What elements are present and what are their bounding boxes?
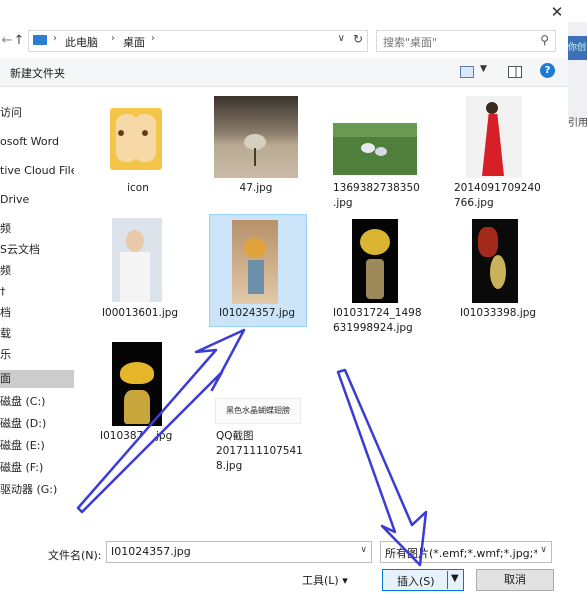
file-name: QQ截图 bbox=[216, 430, 254, 442]
image-thumbnail[interactable] bbox=[112, 342, 162, 426]
file-grid: icon 47.jpg 1369382738350 .jpg 201409170… bbox=[0, 0, 587, 597]
file-name: 47.jpg bbox=[239, 182, 273, 194]
file-name-line2: 2017111107541 bbox=[216, 445, 303, 457]
folder-icon[interactable] bbox=[108, 100, 164, 176]
file-name: 2014091709240 bbox=[454, 182, 541, 194]
tools-button[interactable]: 工具(L) ▾ bbox=[302, 572, 348, 588]
image-thumbnail[interactable]: 黑色水晶蝴蝶翅膀 bbox=[215, 398, 301, 424]
insert-label: 插入(S) bbox=[397, 575, 435, 588]
image-thumbnail[interactable] bbox=[472, 219, 518, 303]
file-name-line2: .jpg bbox=[333, 197, 353, 209]
cancel-button[interactable]: 取消 bbox=[476, 569, 554, 591]
file-name: I01031724_1498 bbox=[333, 307, 422, 319]
dropdown-arrow-icon: ▾ bbox=[342, 574, 348, 587]
tools-label: 工具(L) bbox=[302, 574, 339, 587]
filename-value: I01024357.jpg bbox=[111, 545, 191, 558]
dropdown-arrow-icon[interactable]: ▼ bbox=[451, 573, 459, 584]
image-thumbnail[interactable] bbox=[352, 219, 398, 303]
insert-button[interactable]: 插入(S) ▼ bbox=[382, 569, 464, 591]
file-name-line2: 766.jpg bbox=[454, 197, 494, 209]
image-thumbnail[interactable] bbox=[112, 218, 162, 302]
file-name: icon bbox=[127, 182, 149, 194]
filename-input[interactable]: I01024357.jpg ∨ bbox=[106, 541, 372, 563]
image-thumbnail-selected[interactable] bbox=[232, 220, 278, 304]
file-name-tail: jpg bbox=[156, 430, 173, 442]
image-thumbnail[interactable] bbox=[466, 96, 522, 178]
chevron-down-icon[interactable]: ∨ bbox=[540, 545, 547, 555]
chevron-down-icon[interactable]: ∨ bbox=[360, 545, 367, 555]
file-name: I01024357.jpg bbox=[218, 307, 296, 319]
file-type-select[interactable]: 所有图片(*.emf;*.wmf;*.jpg;*.jp ∨ bbox=[380, 541, 552, 563]
file-name-line2: 631998924.jpg bbox=[333, 322, 413, 334]
file-type-value: 所有图片(*.emf;*.wmf;*.jpg;*.jp bbox=[385, 547, 537, 560]
image-thumbnail[interactable] bbox=[333, 123, 417, 175]
thumbnail-text: 黑色水晶蝴蝶翅膀 bbox=[226, 406, 290, 415]
filename-label: 文件名(N): bbox=[48, 549, 102, 562]
image-thumbnail[interactable] bbox=[214, 96, 298, 178]
split-divider bbox=[447, 571, 448, 589]
file-name-line3: 8.jpg bbox=[216, 460, 243, 472]
file-name: 1369382738350 bbox=[333, 182, 420, 194]
file-name: I00013601.jpg bbox=[101, 307, 179, 319]
file-name: I01033398.jpg bbox=[459, 307, 537, 319]
